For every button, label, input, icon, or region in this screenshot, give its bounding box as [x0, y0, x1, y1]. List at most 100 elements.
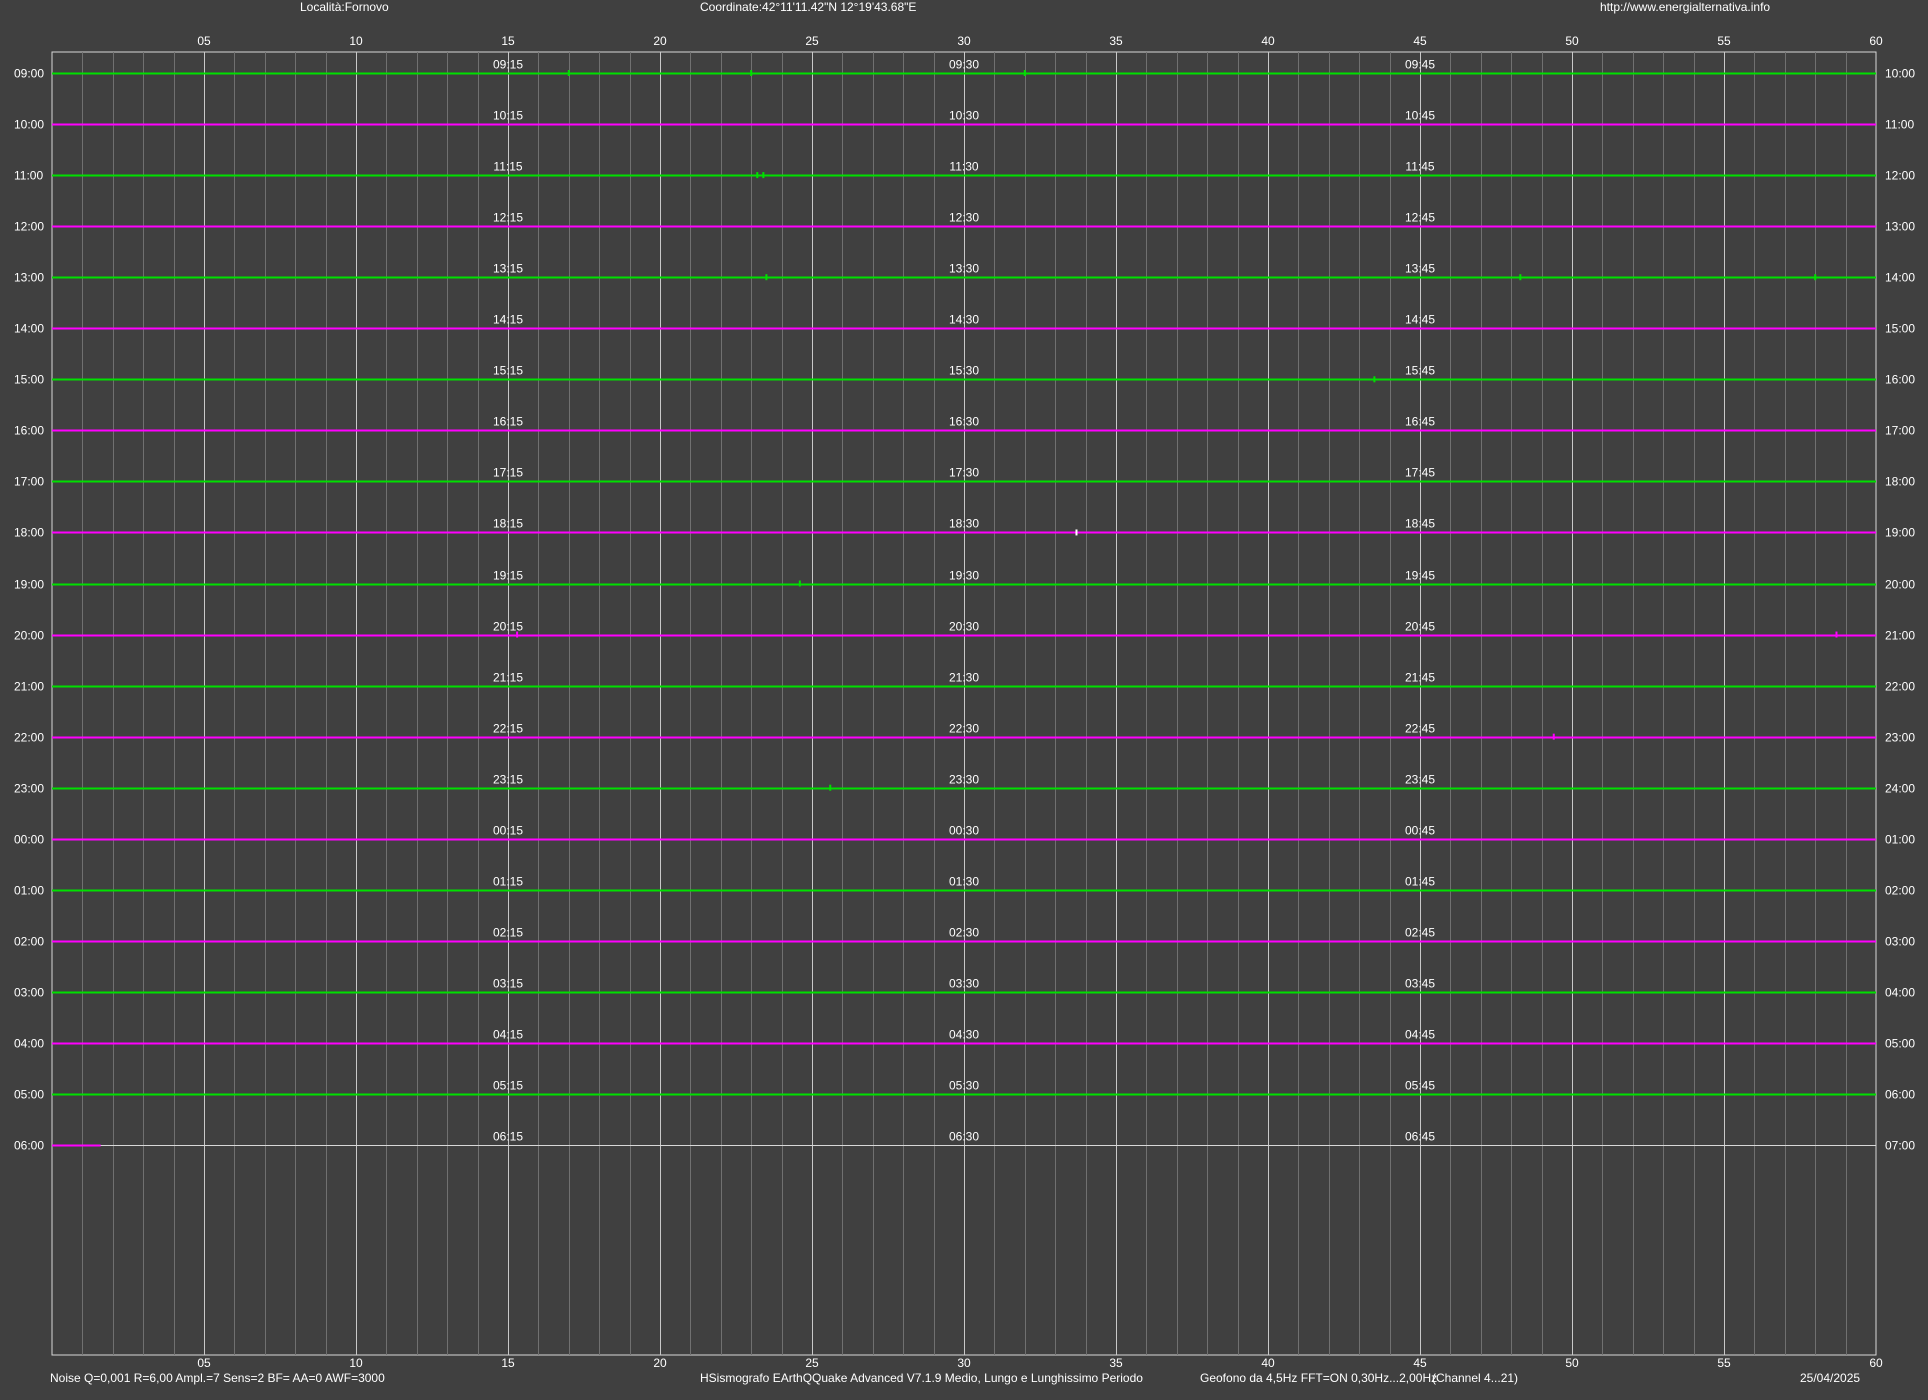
x-tick-label-bottom: 25 [805, 1356, 819, 1370]
quarter-time-label: 21:45 [1405, 671, 1435, 685]
row-time-label-right: 03:00 [1885, 935, 1915, 949]
quarter-time-label: 18:45 [1405, 517, 1435, 531]
row-time-label-left: 17:00 [14, 475, 44, 489]
x-tick-label-bottom: 20 [653, 1356, 667, 1370]
quarter-time-label: 05:45 [1405, 1079, 1435, 1093]
quarter-time-label: 10:15 [493, 109, 523, 123]
x-tick-label-top: 60 [1869, 34, 1883, 48]
quarter-time-label: 22:45 [1405, 722, 1435, 736]
row-time-label-right: 02:00 [1885, 884, 1915, 898]
quarter-time-label: 04:45 [1405, 1028, 1435, 1042]
quarter-time-label: 17:45 [1405, 466, 1435, 480]
row-time-label-left: 01:00 [14, 884, 44, 898]
row-time-label-left: 10:00 [14, 118, 44, 132]
quarter-time-label: 19:15 [493, 569, 523, 583]
row-time-label-right: 04:00 [1885, 986, 1915, 1000]
quarter-time-label: 16:45 [1405, 415, 1435, 429]
x-tick-label-bottom: 40 [1261, 1356, 1275, 1370]
row-time-label-right: 23:00 [1885, 731, 1915, 745]
x-tick-label-top: 50 [1565, 34, 1579, 48]
x-tick-label-bottom: 60 [1869, 1356, 1883, 1370]
row-time-label-left: 16:00 [14, 424, 44, 438]
quarter-time-label: 20:15 [493, 620, 523, 634]
row-time-label-left: 19:00 [14, 578, 44, 592]
noise-settings-label: Noise Q=0,001 R=6,00 Ampl.=7 Sens=2 BF= … [50, 1371, 385, 1385]
quarter-time-label: 06:30 [949, 1130, 979, 1144]
quarter-time-label: 13:45 [1405, 262, 1435, 276]
channel-label: (Channel 4...21) [1432, 1371, 1519, 1385]
row-time-label-right: 07:00 [1885, 1139, 1915, 1153]
quarter-time-label: 18:15 [493, 517, 523, 531]
quarter-time-label: 01:45 [1405, 875, 1435, 889]
row-time-label-right: 18:00 [1885, 475, 1915, 489]
row-time-label-left: 21:00 [14, 680, 44, 694]
software-label: HSismografo EArthQQuake Advanced V7.1.9 … [700, 1371, 1143, 1385]
x-tick-label-top: 20 [653, 34, 667, 48]
quarter-time-label: 11:45 [1405, 160, 1434, 174]
quarter-time-label: 01:30 [949, 875, 979, 889]
row-time-label-right: 24:00 [1885, 782, 1915, 796]
quarter-time-label: 12:45 [1405, 211, 1435, 225]
row-time-label-right: 17:00 [1885, 424, 1915, 438]
row-time-label-right: 06:00 [1885, 1088, 1915, 1102]
row-time-label-right: 01:00 [1885, 833, 1915, 847]
quarter-time-label: 14:15 [493, 313, 523, 327]
quarter-time-label: 02:45 [1405, 926, 1435, 940]
row-time-label-right: 10:00 [1885, 67, 1915, 81]
date-label: 25/04/2025 [1800, 1371, 1861, 1385]
row-time-label-right: 11:00 [1885, 118, 1914, 132]
quarter-time-label: 03:45 [1405, 977, 1435, 991]
quarter-time-label: 15:45 [1405, 364, 1435, 378]
quarter-time-label: 00:45 [1405, 824, 1435, 838]
x-tick-label-top: 15 [501, 34, 515, 48]
quarter-time-label: 12:30 [949, 211, 979, 225]
quarter-time-label: 11:30 [949, 160, 978, 174]
row-time-label-right: 14:00 [1885, 271, 1915, 285]
x-tick-label-top: 25 [805, 34, 819, 48]
quarter-time-label: 05:15 [493, 1079, 523, 1093]
quarter-time-label: 17:30 [949, 466, 979, 480]
quarter-time-label: 21:30 [949, 671, 979, 685]
row-time-label-right: 19:00 [1885, 526, 1915, 540]
row-time-label-left: 20:00 [14, 629, 44, 643]
quarter-time-label: 06:15 [493, 1130, 523, 1144]
row-time-label-right: 12:00 [1885, 169, 1915, 183]
quarter-time-label: 16:15 [493, 415, 523, 429]
quarter-time-label: 17:15 [493, 466, 523, 480]
quarter-time-label: 00:15 [493, 824, 523, 838]
quarter-time-label: 20:45 [1405, 620, 1435, 634]
quarter-time-label: 23:45 [1405, 773, 1435, 787]
x-tick-label-top: 45 [1413, 34, 1427, 48]
row-time-label-right: 15:00 [1885, 322, 1915, 336]
quarter-time-label: 02:30 [949, 926, 979, 940]
quarter-time-label: 09:30 [949, 58, 979, 72]
quarter-time-label: 10:45 [1405, 109, 1435, 123]
quarter-time-label: 02:15 [493, 926, 523, 940]
row-time-label-left: 12:00 [14, 220, 44, 234]
quarter-time-label: 05:30 [949, 1079, 979, 1093]
quarter-time-label: 18:30 [949, 517, 979, 531]
x-tick-label-bottom: 10 [349, 1356, 363, 1370]
row-time-label-right: 22:00 [1885, 680, 1915, 694]
row-time-label-right: 20:00 [1885, 578, 1915, 592]
quarter-time-label: 09:15 [493, 58, 523, 72]
quarter-time-label: 00:30 [949, 824, 979, 838]
row-time-label-right: 16:00 [1885, 373, 1915, 387]
x-tick-label-top: 10 [349, 34, 363, 48]
quarter-time-label: 19:30 [949, 569, 979, 583]
quarter-time-label: 03:15 [493, 977, 523, 991]
x-tick-label-top: 40 [1261, 34, 1275, 48]
quarter-time-label: 15:15 [493, 364, 523, 378]
row-time-label-left: 04:00 [14, 1037, 44, 1051]
quarter-time-label: 13:30 [949, 262, 979, 276]
quarter-time-label: 04:30 [949, 1028, 979, 1042]
row-time-label-left: 15:00 [14, 373, 44, 387]
x-tick-label-top: 35 [1109, 34, 1123, 48]
geofono-label: Geofono da 4,5Hz FFT=ON 0,30Hz...2,00Hz [1200, 1371, 1438, 1385]
row-time-label-left: 02:00 [14, 935, 44, 949]
helicorder-chart: 05 05 10 10 15 15 20 20 25 25 30 30 35 35 40 40 45 45 50 50… [14, 34, 1915, 1370]
quarter-time-label: 22:15 [493, 722, 523, 736]
quarter-time-label: 03:30 [949, 977, 979, 991]
row-time-label-left: 18:00 [14, 526, 44, 540]
x-tick-label-top: 05 [197, 34, 211, 48]
